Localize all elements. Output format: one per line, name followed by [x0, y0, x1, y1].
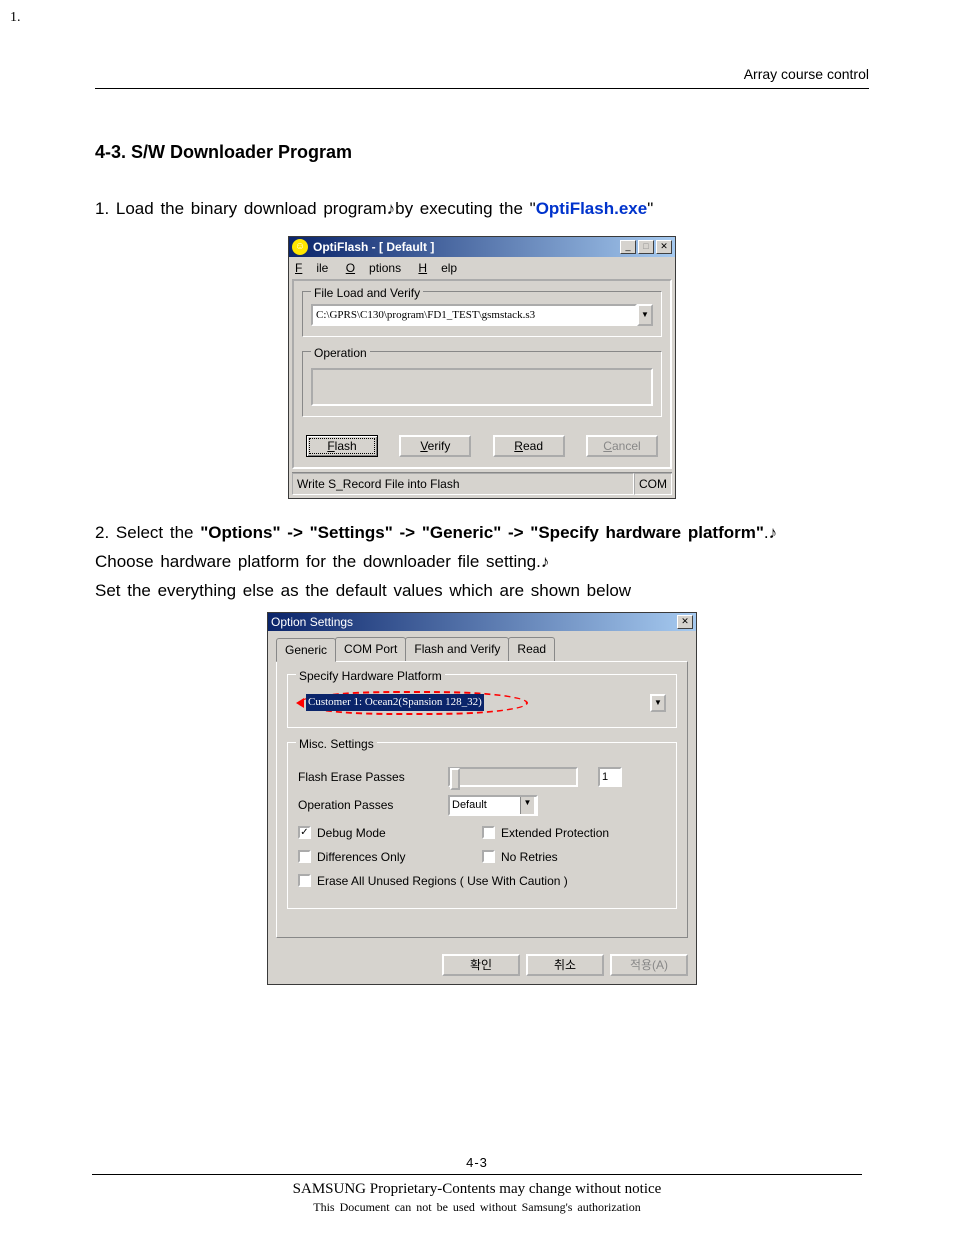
status-right: COM	[634, 473, 672, 495]
hw-platform-value[interactable]: Customer 1: Ocean2(Spansion 128_32)	[306, 694, 484, 711]
differences-only-label: Differences Only	[317, 848, 405, 866]
status-left: Write S_Record File into Flash	[292, 473, 634, 495]
flash-erase-label: Flash Erase Passes	[298, 768, 448, 786]
differences-only-checkbox[interactable]	[298, 850, 311, 863]
option-settings-window: Option Settings ✕ Generic COM Port Flash…	[267, 612, 697, 985]
apply-button: 적용(A)	[610, 954, 688, 976]
intro-suffix: "	[647, 199, 653, 218]
debug-mode-label: Debug Mode	[317, 824, 386, 842]
misc-settings-group: Misc. Settings Flash Erase Passes 1 Oper…	[287, 742, 677, 909]
close-button[interactable]: ✕	[656, 240, 672, 254]
menu-help[interactable]: Help	[418, 261, 457, 275]
tab-flash-verify[interactable]: Flash and Verify	[405, 637, 509, 661]
mid-line1-prefix: 2. Select the	[95, 523, 200, 542]
mid-text: 2. Select the "Options" -> "Settings" ->…	[95, 519, 869, 606]
highlight-oval: Customer 1: Ocean2(Spansion 128_32)	[298, 691, 528, 715]
erase-all-label: Erase All Unused Regions ( Use With Caut…	[317, 872, 568, 890]
tab-row: Generic COM Port Flash and Verify Read	[276, 637, 688, 661]
misc-legend: Misc. Settings	[296, 735, 377, 753]
flash-button[interactable]: Flash	[306, 435, 378, 457]
file-load-legend: File Load and Verify	[311, 284, 423, 302]
no-retries-label: No Retries	[501, 848, 558, 866]
dialog-button-row: 확인 취소 적용(A)	[268, 946, 696, 984]
operation-passes-label: Operation Passes	[298, 796, 448, 814]
verify-button[interactable]: Verify	[399, 435, 471, 457]
file-path-combo[interactable]: C:\GPRS\C130\program\FD1_TEST\gsmstack.s…	[311, 304, 653, 327]
section-title: 4-3. S/W Downloader Program	[95, 139, 869, 166]
page-content: 4-3. S/W Downloader Program 1. Load the …	[95, 139, 869, 985]
footer-line	[92, 1174, 862, 1175]
cancel-button: Cancel	[586, 435, 658, 457]
statusbar: Write S_Record File into Flash COM	[292, 472, 672, 495]
window-body: File Load and Verify C:\GPRS\C130\progra…	[292, 279, 672, 470]
footer-line1: SAMSUNG Proprietary-Contents may change …	[0, 1181, 954, 1198]
titlebar: Option Settings ✕	[268, 613, 696, 631]
cancel-button[interactable]: 취소	[526, 954, 604, 976]
close-button[interactable]: ✕	[677, 615, 693, 629]
intro-highlight: OptiFlash.exe	[536, 199, 647, 218]
optiflash-window: ☺ OptiFlash - [ Default ] _ □ ✕ File Opt…	[288, 236, 676, 500]
tab-panel: Specify Hardware Platform Customer 1: Oc…	[276, 661, 688, 938]
hardware-platform-group: Specify Hardware Platform Customer 1: Oc…	[287, 674, 677, 728]
button-row: Flash Verify Read Cancel	[302, 431, 662, 467]
operation-box	[311, 368, 653, 406]
operation-legend: Operation	[311, 344, 370, 362]
tab-generic[interactable]: Generic	[276, 638, 336, 662]
ok-button[interactable]: 확인	[442, 954, 520, 976]
mid-line1-bold: "Options" -> "Settings" -> "Generic" -> …	[200, 523, 764, 542]
mid-line2: Choose hardware platform for the downloa…	[95, 552, 549, 571]
dropdown-icon[interactable]: ▼	[520, 797, 534, 814]
read-button[interactable]: Read	[493, 435, 565, 457]
smiley-icon: ☺	[292, 239, 308, 255]
extended-protection-label: Extended Protection	[501, 824, 609, 842]
no-retries-checkbox[interactable]	[482, 850, 495, 863]
footer-line2: This Document can not be used without Sa…	[0, 1200, 954, 1215]
operation-passes-select[interactable]: Default▼	[448, 795, 538, 816]
tab-com-port[interactable]: COM Port	[335, 637, 406, 661]
page-header: Array course control	[95, 66, 869, 89]
hw-legend: Specify Hardware Platform	[296, 667, 445, 685]
window-title: OptiFlash - [ Default ]	[313, 238, 618, 256]
outer-list-number: 1.	[10, 10, 954, 26]
minimize-button[interactable]: _	[620, 240, 636, 254]
maximize-button[interactable]: □	[638, 240, 654, 254]
debug-mode-checkbox[interactable]: ✓	[298, 826, 311, 839]
titlebar: ☺ OptiFlash - [ Default ] _ □ ✕	[289, 237, 675, 257]
menubar: File Options Help	[289, 257, 675, 279]
slider-thumb[interactable]	[450, 768, 460, 790]
mid-line1-suffix: .♪	[764, 523, 777, 542]
intro-line: 1. Load the binary download program♪by e…	[95, 196, 869, 222]
operation-group: Operation	[302, 351, 662, 417]
file-load-group: File Load and Verify C:\GPRS\C130\progra…	[302, 291, 662, 338]
erase-all-checkbox[interactable]	[298, 874, 311, 887]
mid-line3: Set the everything else as the default v…	[95, 581, 631, 600]
dropdown-icon[interactable]: ▼	[650, 694, 666, 712]
dropdown-icon[interactable]: ▼	[637, 304, 653, 327]
tab-read[interactable]: Read	[508, 637, 555, 661]
extended-protection-checkbox[interactable]	[482, 826, 495, 839]
flash-erase-value[interactable]: 1	[598, 767, 622, 788]
file-path-input[interactable]: C:\GPRS\C130\program\FD1_TEST\gsmstack.s…	[311, 304, 637, 327]
menu-file[interactable]: File	[295, 261, 328, 275]
intro-prefix: 1. Load the binary download program♪by e…	[95, 199, 536, 218]
window-title: Option Settings	[271, 613, 675, 631]
page-footer: 4-3 SAMSUNG Proprietary-Contents may cha…	[0, 1155, 954, 1215]
page-number: 4-3	[0, 1155, 954, 1170]
flash-erase-slider[interactable]	[448, 767, 578, 787]
menu-options[interactable]: Options	[346, 261, 401, 275]
